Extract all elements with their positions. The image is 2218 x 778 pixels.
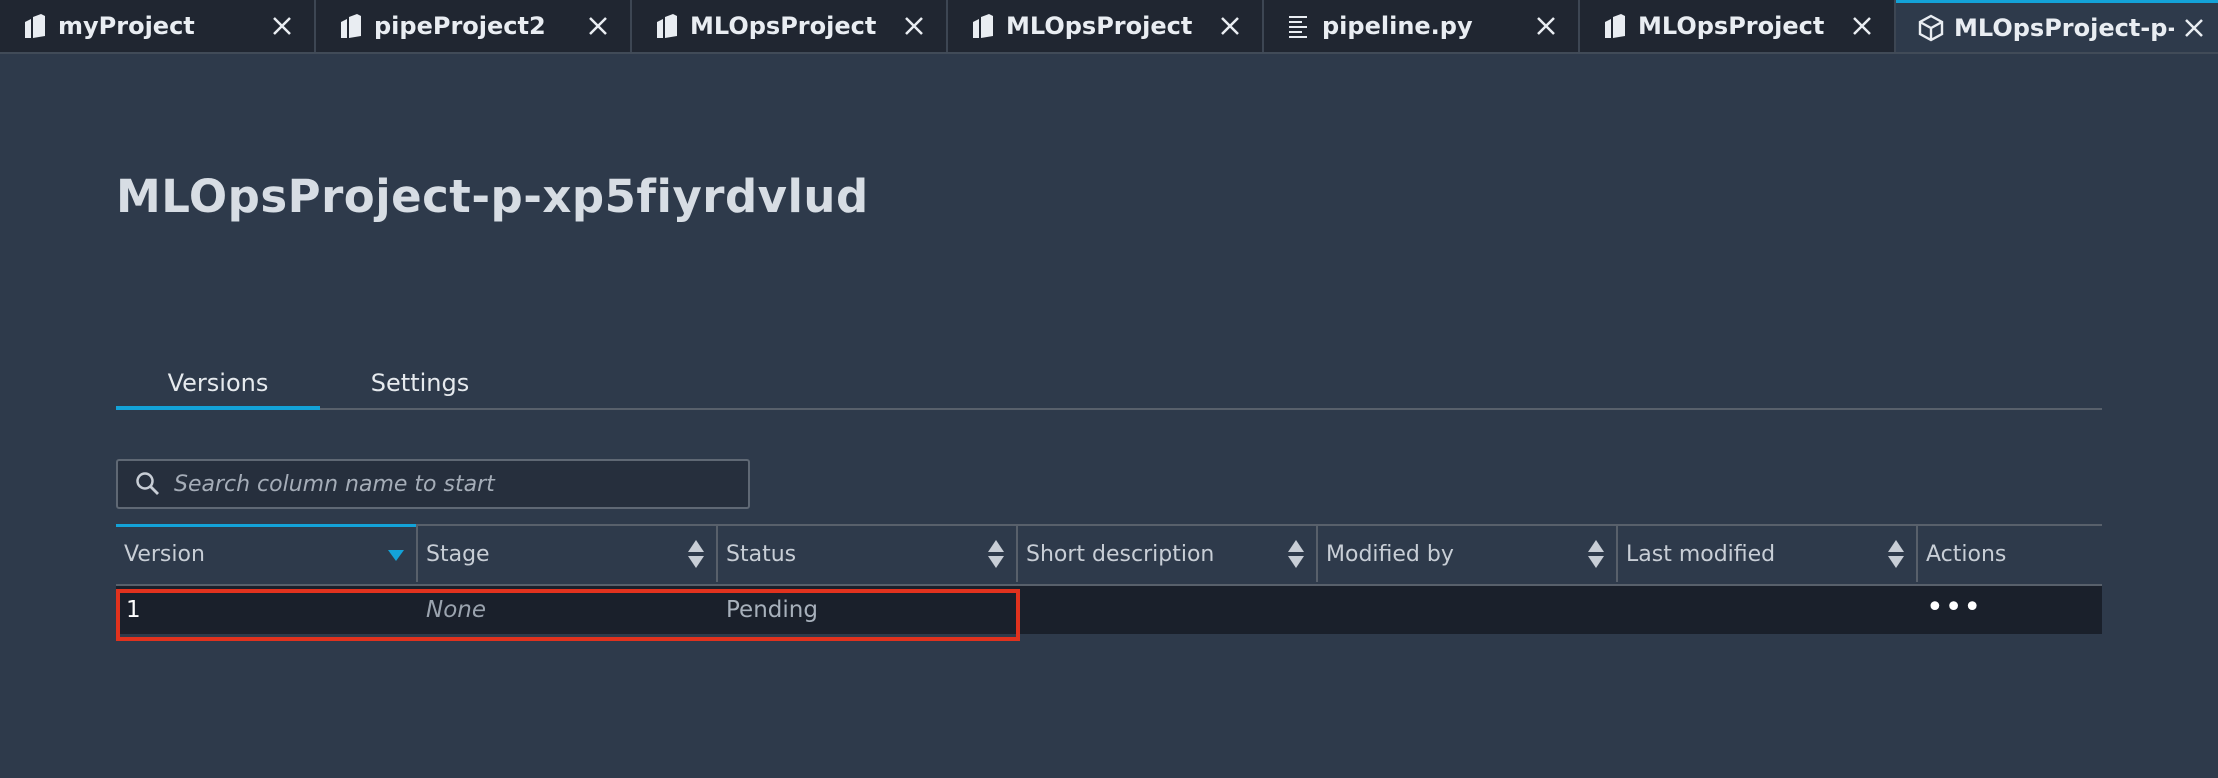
tab-mlopsproject-p-xp[interactable]: MLOpsProject-p-xp xyxy=(1896,0,2218,52)
close-icon[interactable] xyxy=(578,6,618,46)
project-icon xyxy=(652,11,682,41)
highlight-box xyxy=(116,589,1020,641)
tab-label: MLOpsProject xyxy=(1638,12,1825,40)
tab-mlopsproject-3[interactable]: MLOpsProject xyxy=(1580,0,1896,52)
sort-icon[interactable] xyxy=(1284,536,1308,572)
tab-label: myProject xyxy=(58,12,195,40)
tab-pipeproject2[interactable]: pipeProject2 xyxy=(316,0,632,52)
sort-descending-icon[interactable] xyxy=(384,537,408,573)
tab-bar: myProject pipeProject2 MLOpsProject MLOp… xyxy=(0,0,2218,54)
table-header: Version Stage Status Short description M… xyxy=(116,524,2102,586)
project-icon xyxy=(968,11,998,41)
tab-label: MLOpsProject xyxy=(690,12,877,40)
search-input[interactable] xyxy=(172,470,748,498)
sub-tab-bar: Versions Settings xyxy=(116,360,2102,410)
tab-label: MLOpsProject xyxy=(1006,12,1193,40)
sort-icon[interactable] xyxy=(684,536,708,572)
project-icon xyxy=(1600,11,1630,41)
sort-icon[interactable] xyxy=(1584,536,1608,572)
column-header-stage[interactable]: Stage xyxy=(416,526,716,582)
column-label: Status xyxy=(726,541,797,567)
column-header-actions: Actions xyxy=(1916,526,2102,582)
more-actions-icon[interactable]: ••• xyxy=(1926,590,1982,625)
project-icon xyxy=(20,11,50,41)
column-label: Actions xyxy=(1926,541,2007,567)
column-header-status[interactable]: Status xyxy=(716,526,1016,582)
search-box xyxy=(116,459,750,509)
column-label: Modified by xyxy=(1326,541,1454,567)
close-icon[interactable] xyxy=(1526,6,1566,46)
tab-mlopsproject-2[interactable]: MLOpsProject xyxy=(948,0,1264,52)
tab-label: pipeProject2 xyxy=(374,12,546,40)
sort-icon[interactable] xyxy=(984,536,1008,572)
column-label: Stage xyxy=(426,541,490,567)
close-icon[interactable] xyxy=(262,6,302,46)
tab-versions-label: Versions xyxy=(167,369,269,397)
tab-label: MLOpsProject-p-xp xyxy=(1954,13,2174,42)
package-icon xyxy=(1916,13,1946,43)
close-icon[interactable] xyxy=(2174,8,2214,48)
close-icon[interactable] xyxy=(1210,6,1250,46)
tab-label: pipeline.py xyxy=(1322,12,1473,40)
cell-actions: ••• xyxy=(1916,593,2102,623)
close-icon[interactable] xyxy=(1842,6,1882,46)
tab-settings[interactable]: Settings xyxy=(320,360,520,406)
page-title: MLOpsProject-p-xp5fiyrdvlud xyxy=(116,170,869,223)
tab-versions[interactable]: Versions xyxy=(116,360,320,410)
column-label: Last modified xyxy=(1626,541,1776,567)
column-header-short-description[interactable]: Short description xyxy=(1016,526,1316,582)
tab-mlopsproject-1[interactable]: MLOpsProject xyxy=(632,0,948,52)
column-label: Version xyxy=(124,542,205,567)
column-label: Short description xyxy=(1026,541,1215,567)
column-header-modified-by[interactable]: Modified by xyxy=(1316,526,1616,582)
search-icon xyxy=(134,470,162,498)
close-icon[interactable] xyxy=(894,6,934,46)
project-icon xyxy=(336,11,366,41)
column-header-version[interactable]: Version xyxy=(116,524,416,582)
tab-myproject[interactable]: myProject xyxy=(0,0,316,52)
tab-pipeline-py[interactable]: pipeline.py xyxy=(1264,0,1580,52)
sort-icon[interactable] xyxy=(1884,536,1908,572)
file-text-icon xyxy=(1284,11,1314,41)
column-header-last-modified[interactable]: Last modified xyxy=(1616,526,1916,582)
tab-settings-label: Settings xyxy=(370,369,470,397)
